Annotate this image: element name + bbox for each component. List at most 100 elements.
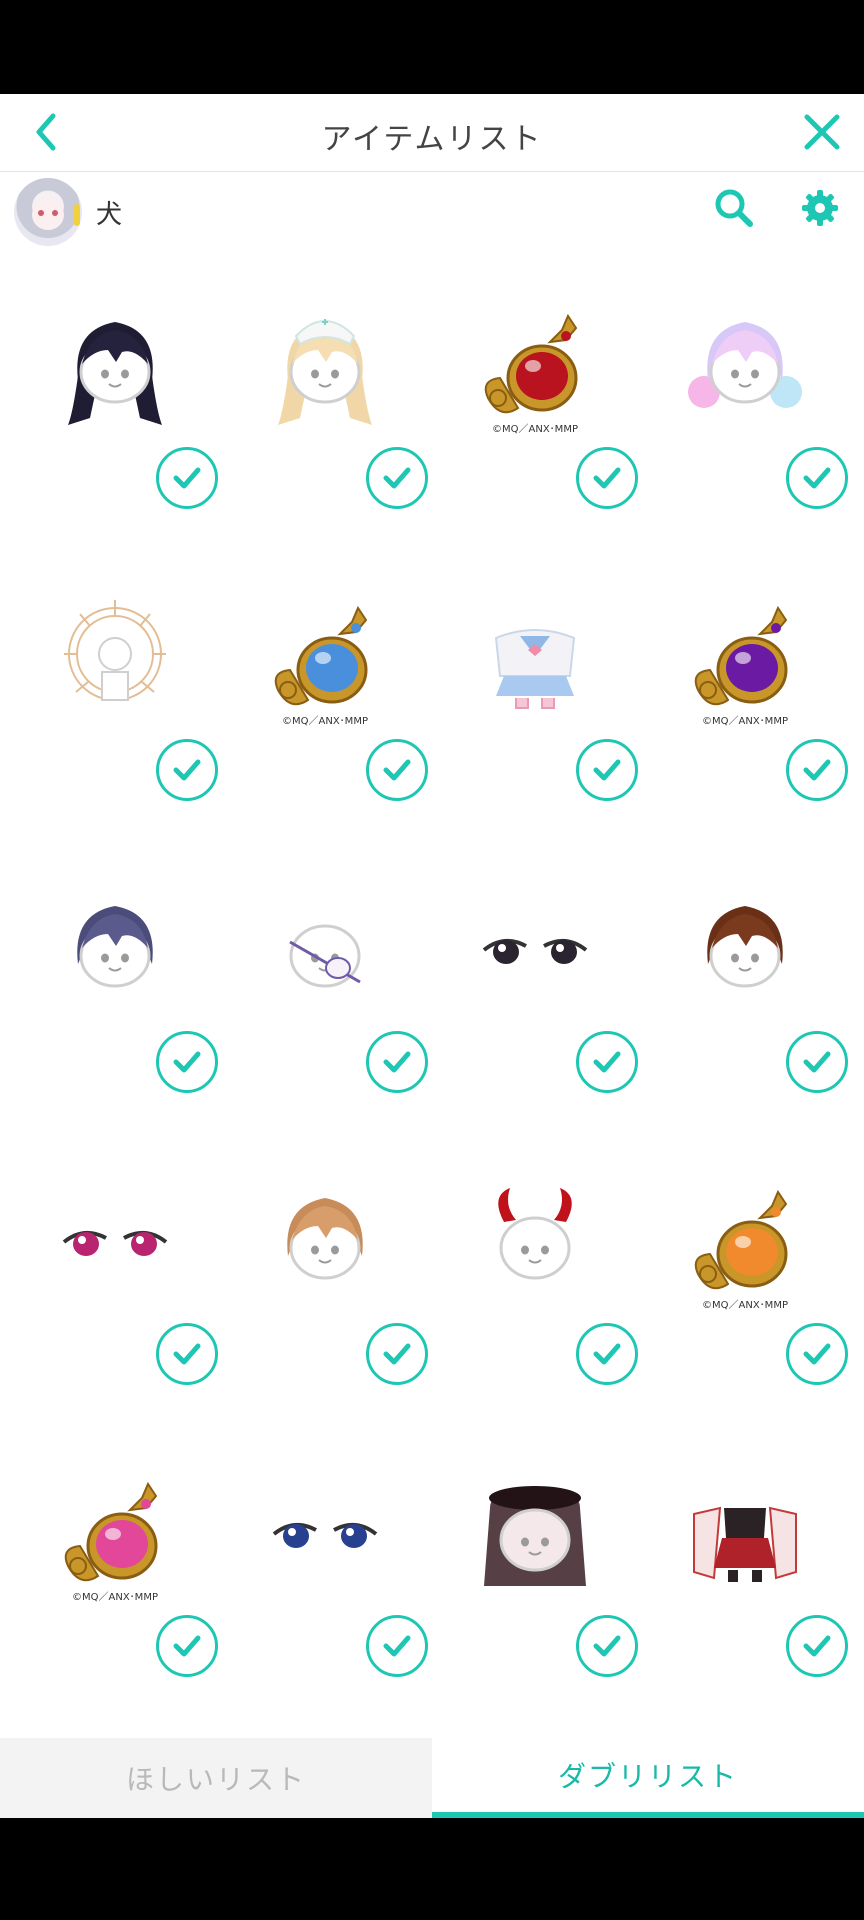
tab-wishlist[interactable]: ほしいリスト [0,1738,432,1818]
hair-long-dark-thumbnail[interactable] [50,300,180,430]
check-icon [593,1051,621,1073]
item-card[interactable]: ©MQ／ANX･MMP [430,290,640,582]
item-card[interactable] [220,1458,430,1750]
copyright-label: ©MQ／ANX･MMP [282,716,368,727]
check-button[interactable] [786,1031,848,1093]
check-icon [593,1635,621,1657]
item-card[interactable] [220,874,430,1166]
item-card[interactable]: ©MQ／ANX･MMP [220,582,430,874]
item-card[interactable] [430,1458,640,1750]
hair-brown-thumbnail[interactable] [680,884,810,1014]
avatar[interactable] [14,178,82,246]
check-icon [383,759,411,781]
eyes-pink-thumbnail[interactable] [50,1176,180,1306]
check-icon [383,1635,411,1657]
check-button[interactable] [786,1323,848,1385]
lamp-purple-thumbnail[interactable] [680,592,810,722]
check-button[interactable] [366,1323,428,1385]
page-title: アイテムリスト [321,122,543,157]
check-button[interactable] [156,739,218,801]
search-button[interactable] [710,184,758,232]
check-button[interactable] [786,739,848,801]
item-card[interactable] [10,290,220,582]
check-icon [173,1343,201,1365]
lamp-blue-thumbnail[interactable] [260,592,390,722]
lamp-red-thumbnail[interactable] [470,300,600,430]
hair-pastel-twintails-thumbnail[interactable] [680,300,810,430]
check-button[interactable] [576,739,638,801]
check-button[interactable] [156,1323,218,1385]
item-card[interactable] [10,1166,220,1458]
horns-red-thumbnail[interactable] [470,1176,600,1306]
app-screen: アイテムリスト 犬 ©MQ／ANX･MMP ©MQ／ANX･MMP ©MQ／AN… [0,94,864,1818]
check-button[interactable] [576,1031,638,1093]
check-button[interactable] [786,1615,848,1677]
item-card[interactable] [640,1458,850,1750]
item-card[interactable] [220,1166,430,1458]
item-card[interactable]: ©MQ／ANX･MMP [640,1166,850,1458]
gear-icon [802,190,838,226]
item-card[interactable]: ©MQ／ANX･MMP [10,1458,220,1750]
hair-short-navy-thumbnail[interactable] [50,884,180,1014]
user-name: 犬 [96,200,123,230]
check-icon [593,1343,621,1365]
hair-light-brown-thumbnail[interactable] [260,1176,390,1306]
item-card[interactable] [640,874,850,1166]
copyright-label: ©MQ／ANX･MMP [702,716,788,727]
eyes-dark-thumbnail[interactable] [470,884,600,1014]
check-button[interactable] [366,447,428,509]
copyright-label: ©MQ／ANX･MMP [702,1300,788,1311]
check-icon [173,759,201,781]
search-icon [715,189,753,227]
check-icon [803,1051,831,1073]
check-icon [593,467,621,489]
check-icon [173,1635,201,1657]
check-button[interactable] [156,1615,218,1677]
halo-ornament-thumbnail[interactable] [50,592,180,722]
check-icon [383,1051,411,1073]
veil-black-thumbnail[interactable] [470,1468,600,1598]
item-card[interactable] [430,582,640,874]
item-card[interactable] [220,290,430,582]
tab-bar: ほしいリスト ダブリリスト [0,1738,864,1818]
check-button[interactable] [576,447,638,509]
navigation-bar [0,1818,864,1920]
item-card[interactable] [430,874,640,1166]
status-bar [0,0,864,94]
eyepatch-thumbnail[interactable] [260,884,390,1014]
check-button[interactable] [156,447,218,509]
sailor-outfit-thumbnail[interactable] [470,592,600,722]
header: アイテムリスト [0,94,864,172]
eyes-blue-thumbnail[interactable] [260,1468,390,1598]
check-button[interactable] [366,1615,428,1677]
item-card[interactable] [10,582,220,874]
user-row: 犬 [0,174,864,268]
check-button[interactable] [366,739,428,801]
hair-blonde-nurse-cap-thumbnail[interactable] [260,300,390,430]
shrine-outfit-thumbnail[interactable] [680,1468,810,1598]
check-icon [803,1343,831,1365]
item-card[interactable] [640,290,850,582]
item-card[interactable]: ©MQ／ANX･MMP [640,582,850,874]
close-button[interactable] [798,108,846,156]
check-button[interactable] [576,1615,638,1677]
check-icon [803,467,831,489]
item-card[interactable] [10,874,220,1166]
copyright-label: ©MQ／ANX･MMP [72,1592,158,1603]
lamp-pink-thumbnail[interactable] [50,1468,180,1598]
close-icon [804,114,840,150]
check-button[interactable] [786,447,848,509]
item-card[interactable] [430,1166,640,1458]
check-button[interactable] [156,1031,218,1093]
check-icon [383,1343,411,1365]
check-icon [173,1051,201,1073]
lamp-orange-thumbnail[interactable] [680,1176,810,1306]
settings-button[interactable] [796,184,844,232]
check-icon [383,467,411,489]
tab-duplicates[interactable]: ダブリリスト [432,1738,864,1818]
check-button[interactable] [366,1031,428,1093]
check-icon [803,1635,831,1657]
copyright-label: ©MQ／ANX･MMP [492,424,578,435]
check-icon [173,467,201,489]
check-button[interactable] [576,1323,638,1385]
